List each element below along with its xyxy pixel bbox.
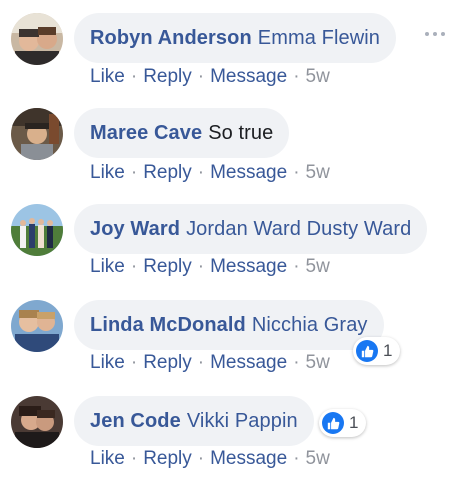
comment-text[interactable]: Vikki Pappin — [187, 410, 298, 433]
separator: · — [197, 66, 205, 87]
timestamp[interactable]: 5w — [306, 66, 330, 88]
timestamp[interactable]: 5w — [306, 352, 330, 374]
message-link[interactable]: Message — [210, 66, 287, 88]
separator: · — [197, 352, 205, 373]
ellipsis-icon[interactable] — [425, 32, 445, 36]
timestamp[interactable]: 5w — [306, 162, 330, 184]
separator: · — [130, 352, 138, 373]
separator: · — [197, 162, 205, 183]
message-link[interactable]: Message — [210, 448, 287, 470]
reaction-count: 1 — [349, 413, 359, 432]
comment-actions: Like · Reply · Message · 5w — [90, 162, 330, 184]
timestamp[interactable]: 5w — [306, 256, 330, 278]
separator: · — [197, 256, 205, 277]
avatar[interactable] — [11, 204, 63, 256]
like-icon — [322, 412, 344, 434]
author-name[interactable]: Linda McDonald — [90, 314, 246, 337]
reaction-badge[interactable]: 1 — [319, 409, 367, 437]
avatar[interactable] — [11, 108, 63, 160]
author-name[interactable]: Maree Cave — [90, 122, 202, 145]
reply-link[interactable]: Reply — [143, 66, 192, 88]
comment-bubble: Jen Code Vikki Pappin — [74, 396, 314, 446]
author-name[interactable]: Jen Code — [90, 410, 181, 433]
comment-text: So true — [208, 121, 274, 144]
comment-bubble: Linda McDonald Nicchia Gray — [74, 300, 384, 350]
reply-link[interactable]: Reply — [143, 352, 192, 374]
timestamp[interactable]: 5w — [306, 448, 330, 470]
reply-link[interactable]: Reply — [143, 448, 192, 470]
message-link[interactable]: Message — [210, 352, 287, 374]
separator: · — [130, 66, 138, 87]
comment-actions: Like · Reply · Message · 5w — [90, 66, 330, 88]
like-icon — [356, 340, 378, 362]
author-name[interactable]: Robyn Anderson — [90, 27, 252, 50]
separator: · — [130, 256, 138, 277]
like-link[interactable]: Like — [90, 162, 125, 184]
comment-actions: Like · Reply · Message · 5w — [90, 256, 330, 278]
comment-text[interactable]: Jordan Ward Dusty Ward — [186, 218, 411, 241]
separator: · — [293, 448, 300, 469]
separator: · — [197, 448, 205, 469]
comment-bubble: Maree Cave So true — [74, 108, 290, 158]
reply-link[interactable]: Reply — [143, 162, 192, 184]
comment-actions: Like · Reply · Message · 5w — [90, 448, 330, 470]
reply-link[interactable]: Reply — [143, 256, 192, 278]
separator: · — [293, 352, 300, 373]
avatar[interactable] — [11, 300, 63, 352]
comment-bubble: Robyn Anderson Emma Flewin — [74, 13, 397, 63]
avatar[interactable] — [11, 396, 63, 448]
message-link[interactable]: Message — [210, 256, 287, 278]
like-link[interactable]: Like — [90, 448, 125, 470]
message-link[interactable]: Message — [210, 162, 287, 184]
comment-bubble: Joy Ward Jordan Ward Dusty Ward — [74, 204, 428, 254]
separator: · — [293, 256, 300, 277]
separator: · — [293, 162, 300, 183]
like-link[interactable]: Like — [90, 66, 125, 88]
author-name[interactable]: Joy Ward — [90, 218, 180, 241]
reaction-count: 1 — [383, 341, 393, 360]
like-link[interactable]: Like — [90, 256, 125, 278]
reaction-badge[interactable]: 1 — [353, 337, 401, 365]
comment-actions: Like · Reply · Message · 5w — [90, 352, 330, 374]
comment-text[interactable]: Nicchia Gray — [252, 314, 368, 337]
avatar[interactable] — [11, 13, 63, 65]
separator: · — [293, 66, 300, 87]
separator: · — [130, 162, 138, 183]
comment-text[interactable]: Emma Flewin — [258, 27, 380, 50]
like-link[interactable]: Like — [90, 352, 125, 374]
separator: · — [130, 448, 138, 469]
